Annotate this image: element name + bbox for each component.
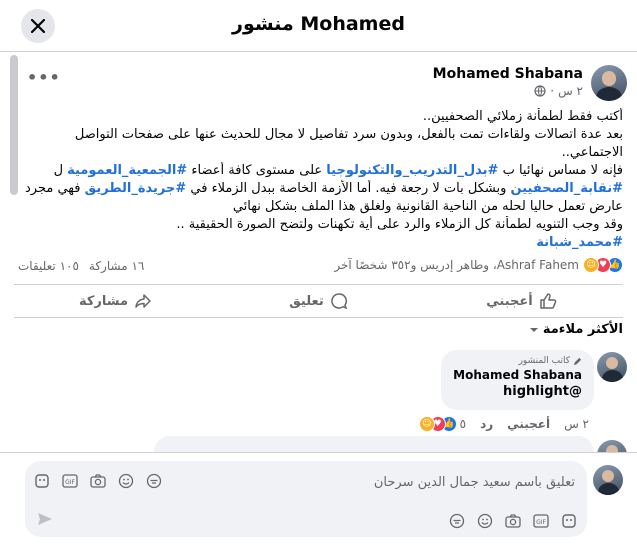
post-text: أكتب فقط لطمأنة زملائي الصحفيين.. بعد عد… (23, 108, 623, 252)
avatar-sticker-icon[interactable] (560, 512, 577, 529)
share-icon (135, 294, 151, 308)
author-badge: كاتب المنشور (453, 356, 582, 366)
avatar-sticker-icon[interactable] (33, 472, 50, 489)
hashtag-link[interactable]: #جريدة_الطريق (85, 181, 187, 196)
comment-time[interactable]: ٢ س (564, 417, 589, 431)
pen-icon (573, 357, 582, 365)
comment-bubble: كاتب المنشور Mohamed Shabana @highlight (441, 350, 594, 410)
sticker-icon[interactable] (448, 512, 465, 529)
emoji-icon[interactable] (117, 472, 134, 489)
more-options-icon[interactable]: ••• (27, 68, 61, 87)
post-time[interactable]: ٢ س (558, 84, 583, 98)
close-icon (31, 19, 45, 33)
comment-count[interactable]: ١٠٥ تعليقات (18, 259, 79, 273)
post-line: #نقابة_الصحفيين وبشكل بات لا رجعة فيه. أ… (23, 181, 623, 196)
post-line: أكتب فقط لطمأنة زملائي الصحفيين.. (422, 109, 623, 124)
post-line: وقد وجب التنويه لطمأنة كل الزملاء والرد … (176, 217, 623, 232)
commenter-avatar[interactable] (597, 352, 627, 382)
send-button[interactable] (37, 511, 53, 530)
hashtag-link[interactable]: #بدل_التدريب_والتكنولوجيا (326, 163, 498, 178)
post-author[interactable]: Mohamed Shabana (433, 66, 583, 82)
post-actions: أعجبني تعليق مشاركة (14, 284, 623, 318)
svg-text:GIF: GIF (65, 479, 75, 486)
scrollbar[interactable] (10, 55, 18, 195)
send-icon (38, 513, 52, 525)
comment-reply-button[interactable]: رد (480, 417, 493, 431)
sticker-icon[interactable] (145, 472, 162, 489)
globe-icon (534, 85, 546, 97)
emoji-icon[interactable] (476, 512, 493, 529)
like-button[interactable]: أعجبني (420, 285, 623, 317)
comment-composer-area: تعليق باسم سعيد جمال الدين سرحان GIF GIF (0, 452, 637, 544)
comment-icon (330, 293, 348, 310)
comment-meta: ٢ س أعجبني رد ٥ 👍 ♥ ☺ (418, 416, 589, 432)
hashtag-link[interactable]: #محمد_شبانة (23, 234, 623, 252)
counts: ١٦ مشاركة ١٠٥ تعليقات (18, 259, 144, 273)
post-line: عارض تعمل حاليا لحله من الناحية القانوني… (232, 199, 623, 214)
share-label: مشاركة (78, 293, 129, 309)
camera-icon[interactable] (89, 472, 106, 489)
hashtag-link[interactable]: #الجمعية_العمومية (67, 163, 187, 178)
author-avatar[interactable] (591, 65, 627, 101)
comment-button[interactable]: تعليق (217, 285, 420, 317)
share-button[interactable]: مشاركة (14, 285, 217, 317)
bottom-toolbar: GIF (448, 512, 577, 529)
camera-icon[interactable] (504, 512, 521, 529)
reaction-summary[interactable]: 👍 ♥ ☺ Ashraf Fahem، وطاهر إدريس و٣٥٢ شخص… (334, 257, 623, 273)
reactors-text[interactable]: Ashraf Fahem، وطاهر إدريس و٣٥٢ شخصًا آخر (334, 258, 579, 272)
care-reaction-icon: ☺ (583, 257, 599, 273)
post-line: فإنه لا مساس نهائيا ب #بدل_التدريب_والتك… (53, 163, 623, 178)
like-label: أعجبني (486, 293, 533, 309)
share-count[interactable]: ١٦ مشاركة (89, 259, 144, 273)
comment-author[interactable]: Mohamed Shabana (453, 368, 582, 382)
thumbs-up-icon (540, 293, 557, 309)
comment-label: تعليق (289, 293, 324, 309)
care-reaction-icon: ☺ (418, 416, 435, 432)
post-line: بعد عدة اتصالات ولقاءات تمت بالفعل، وبدو… (74, 127, 623, 142)
comment-like-button[interactable]: أعجبني (507, 417, 550, 431)
sort-label: الأكثر ملاءمة (542, 322, 623, 337)
hashtag-link[interactable]: #نقابة_الصحفيين (511, 181, 623, 196)
close-button[interactable] (21, 9, 55, 43)
comment-reactions[interactable]: ٥ 👍 ♥ ☺ (418, 416, 467, 432)
gif-icon[interactable]: GIF (532, 512, 549, 529)
post-meta: ٢ س · (534, 84, 583, 98)
comment-sort-dropdown[interactable]: الأكثر ملاءمة (529, 322, 623, 337)
current-user-avatar[interactable] (593, 465, 623, 495)
chevron-down-icon (529, 327, 538, 332)
top-toolbar: GIF (33, 472, 162, 489)
comment-placeholder: تعليق باسم سعيد جمال الدين سرحان (373, 475, 575, 490)
comment-input[interactable]: تعليق باسم سعيد جمال الدين سرحان GIF GIF (25, 461, 587, 537)
svg-text:GIF: GIF (536, 519, 546, 526)
post-line: الاجتماعي.. (561, 145, 623, 160)
comment-text: @highlight (503, 384, 582, 399)
dialog-title: منشور Mohamed (232, 13, 405, 35)
gif-icon[interactable]: GIF (61, 472, 78, 489)
dialog-header: منشور Mohamed (0, 0, 637, 52)
comment-reaction-count: ٥ (459, 417, 467, 431)
post-stats: 👍 ♥ ☺ Ashraf Fahem، وطاهر إدريس و٣٥٢ شخص… (18, 257, 623, 277)
